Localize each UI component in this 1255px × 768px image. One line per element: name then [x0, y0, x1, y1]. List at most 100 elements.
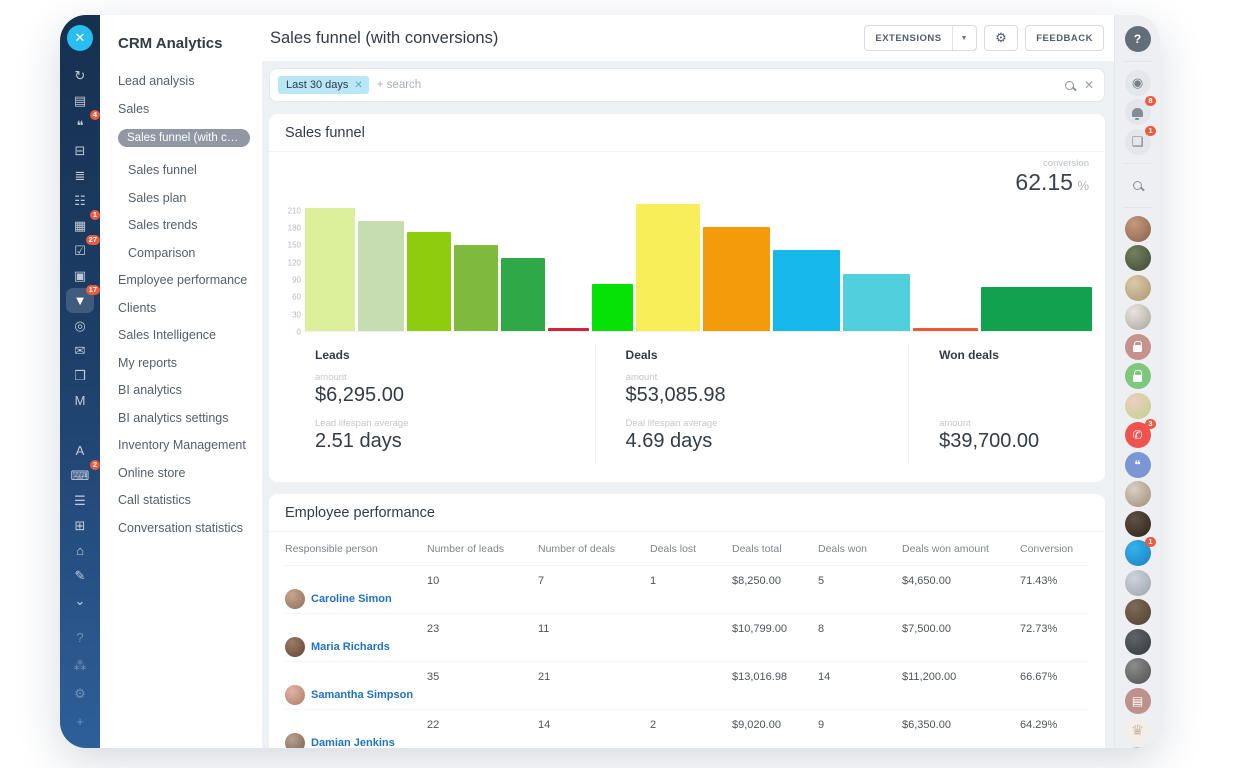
chip-close-icon[interactable]: ✕ [354, 80, 362, 91]
funnel-bar[interactable] [407, 232, 451, 331]
chat-icon[interactable]: ❏1 [1125, 129, 1151, 155]
person-link[interactable]: Damian Jenkins [311, 737, 395, 749]
funnel-bar[interactable] [358, 221, 404, 331]
card-channel-icon[interactable]: ▤ [1125, 688, 1151, 714]
filter-chip[interactable]: Last 30 days ✕ [278, 76, 369, 94]
devices-rail-item[interactable]: ⌨ 2 [66, 463, 94, 488]
column-header[interactable]: Deals won amount [902, 543, 1020, 555]
nav-item-conversation-statistics[interactable]: Conversation statistics [118, 521, 254, 535]
avatar[interactable] [1125, 570, 1151, 596]
live-feed-rail-item[interactable]: ▤ [66, 88, 94, 113]
funnel-bar[interactable] [305, 208, 355, 331]
extensions-button[interactable]: EXTENSIONS ▼ [864, 25, 977, 51]
mail-rail-item[interactable]: ✉ [66, 338, 94, 363]
automation-target-rail-item[interactable]: ◎ [66, 313, 94, 338]
helpdesk-button[interactable]: ? [1125, 26, 1151, 52]
avatar[interactable] [1125, 245, 1151, 271]
help-rail-item[interactable]: ? [66, 625, 94, 650]
nav-item-call-statistics[interactable]: Call statistics [118, 493, 254, 507]
avatar[interactable] [1125, 216, 1151, 242]
feedback-button[interactable]: FEEDBACK [1025, 25, 1104, 51]
column-header[interactable]: Deals lost [650, 543, 732, 555]
workgroups-rail-item[interactable]: ☷ [66, 188, 94, 213]
person-link[interactable]: Caroline Simon [311, 593, 392, 605]
funnel-bar[interactable] [454, 245, 498, 331]
nav-item-sales-trends[interactable]: Sales trends [128, 218, 254, 232]
search-input[interactable]: + search [377, 79, 1065, 91]
messenger-rail-item[interactable]: ❝ 4 [66, 113, 94, 138]
search-icon[interactable] [1065, 81, 1074, 90]
pulse-rail-item[interactable]: ↻ [66, 63, 94, 88]
nav-item-comparison[interactable]: Comparison [128, 246, 254, 260]
nav-item-sales-intelligence[interactable]: Sales Intelligence [118, 328, 254, 342]
ai-rail-item[interactable]: A [66, 438, 94, 463]
market-rail-item[interactable]: M [66, 388, 94, 413]
drive-rail-item[interactable]: ⊟ [66, 138, 94, 163]
nav-item-bi-analytics[interactable]: BI analytics [118, 383, 254, 397]
column-header[interactable]: Responsible person [285, 543, 427, 555]
search-icon[interactable] [1125, 172, 1151, 198]
settings-button[interactable]: ⚙ [984, 25, 1018, 51]
sign-rail-item[interactable]: ❒ [66, 363, 94, 388]
avatar[interactable] [1125, 629, 1151, 655]
settings-sliders-rail-item[interactable]: ☰ [66, 488, 94, 513]
nav-item-bi-analytics-settings[interactable]: BI analytics settings [118, 411, 254, 425]
funnel-bar[interactable] [592, 284, 633, 331]
funnel-bar[interactable] [501, 258, 545, 331]
nav-item-lead-analysis[interactable]: Lead analysis [118, 74, 254, 88]
avatar[interactable] [1125, 599, 1151, 625]
avatar[interactable]: 1 [1125, 540, 1151, 566]
collapse-rail-item[interactable]: ⌄ [66, 588, 94, 613]
funnel-bar[interactable] [913, 328, 978, 331]
nav-item-employee-performance[interactable]: Employee performance [118, 273, 254, 287]
avatar[interactable] [1125, 511, 1151, 537]
nav-item-clients[interactable]: Clients [118, 301, 254, 315]
private-chat-lock-icon[interactable] [1125, 363, 1151, 389]
calls-phone-icon[interactable]: ✆3 [1125, 422, 1151, 448]
funnel-bar[interactable] [703, 227, 770, 331]
person-link[interactable]: Maria Richards [311, 641, 390, 653]
column-header[interactable]: Deals total [732, 543, 818, 555]
notifications-bell-icon[interactable]: 8 [1125, 99, 1151, 125]
nav-item-sales-plan[interactable]: Sales plan [128, 191, 254, 205]
avatar[interactable] [1125, 747, 1151, 749]
avatar[interactable] [1125, 304, 1151, 330]
copilot-icon[interactable]: ◉ [1125, 70, 1151, 96]
column-header[interactable]: Number of leads [427, 543, 538, 555]
avatar[interactable] [1125, 275, 1151, 301]
column-header[interactable]: Conversion [1020, 543, 1089, 555]
funnel-bar[interactable] [548, 328, 589, 331]
funnel-bar[interactable] [636, 204, 700, 331]
sign-document-rail-item[interactable]: ✎ [66, 563, 94, 588]
person-link[interactable]: Samantha Simpson [311, 689, 413, 701]
sites-code-rail-item[interactable] [66, 413, 94, 438]
private-chat-lock-icon[interactable] [1125, 334, 1151, 360]
nav-item-sales-funnel[interactable]: Sales funnel [128, 163, 254, 177]
nav-item-sales-funnel-with-con[interactable]: Sales funnel (with con... [118, 129, 250, 147]
add-rail-item[interactable]: + [66, 709, 94, 734]
column-header[interactable]: Deals won [818, 543, 902, 555]
filter-search-bar[interactable]: Last 30 days ✕ + search ✕ [269, 68, 1105, 102]
group-chat-icon[interactable]: ❝ [1125, 452, 1151, 478]
structure-rail-item[interactable]: ⁂ [66, 653, 94, 678]
nav-item-sales[interactable]: Sales [118, 102, 254, 116]
crm-funnel-rail-item[interactable]: ▼ 17 [66, 288, 94, 313]
close-button[interactable]: ✕ [67, 25, 93, 51]
nav-item-inventory-management[interactable]: Inventory Management [118, 438, 254, 452]
funnel-bar[interactable] [773, 250, 840, 331]
documents-rail-item[interactable]: ≣ [66, 163, 94, 188]
clear-search-icon[interactable]: ✕ [1084, 78, 1094, 92]
settings-gear-rail-item[interactable]: ⚙ [66, 681, 94, 706]
funnel-bar[interactable] [981, 287, 1092, 331]
chevron-down-icon[interactable]: ▼ [952, 26, 976, 50]
avatar[interactable] [1125, 393, 1151, 419]
company-rail-item[interactable]: ⌂ [66, 538, 94, 563]
statue-sticker[interactable]: ♛ [1125, 717, 1151, 743]
column-header[interactable]: Number of deals [538, 543, 650, 555]
funnel-bar[interactable] [843, 274, 910, 331]
avatar[interactable] [1125, 658, 1151, 684]
avatar[interactable] [1125, 481, 1151, 507]
store-cart-rail-item[interactable]: ⊞ [66, 513, 94, 538]
nav-item-online-store[interactable]: Online store [118, 466, 254, 480]
tasks-rail-item[interactable]: ☑ 27 [66, 238, 94, 263]
